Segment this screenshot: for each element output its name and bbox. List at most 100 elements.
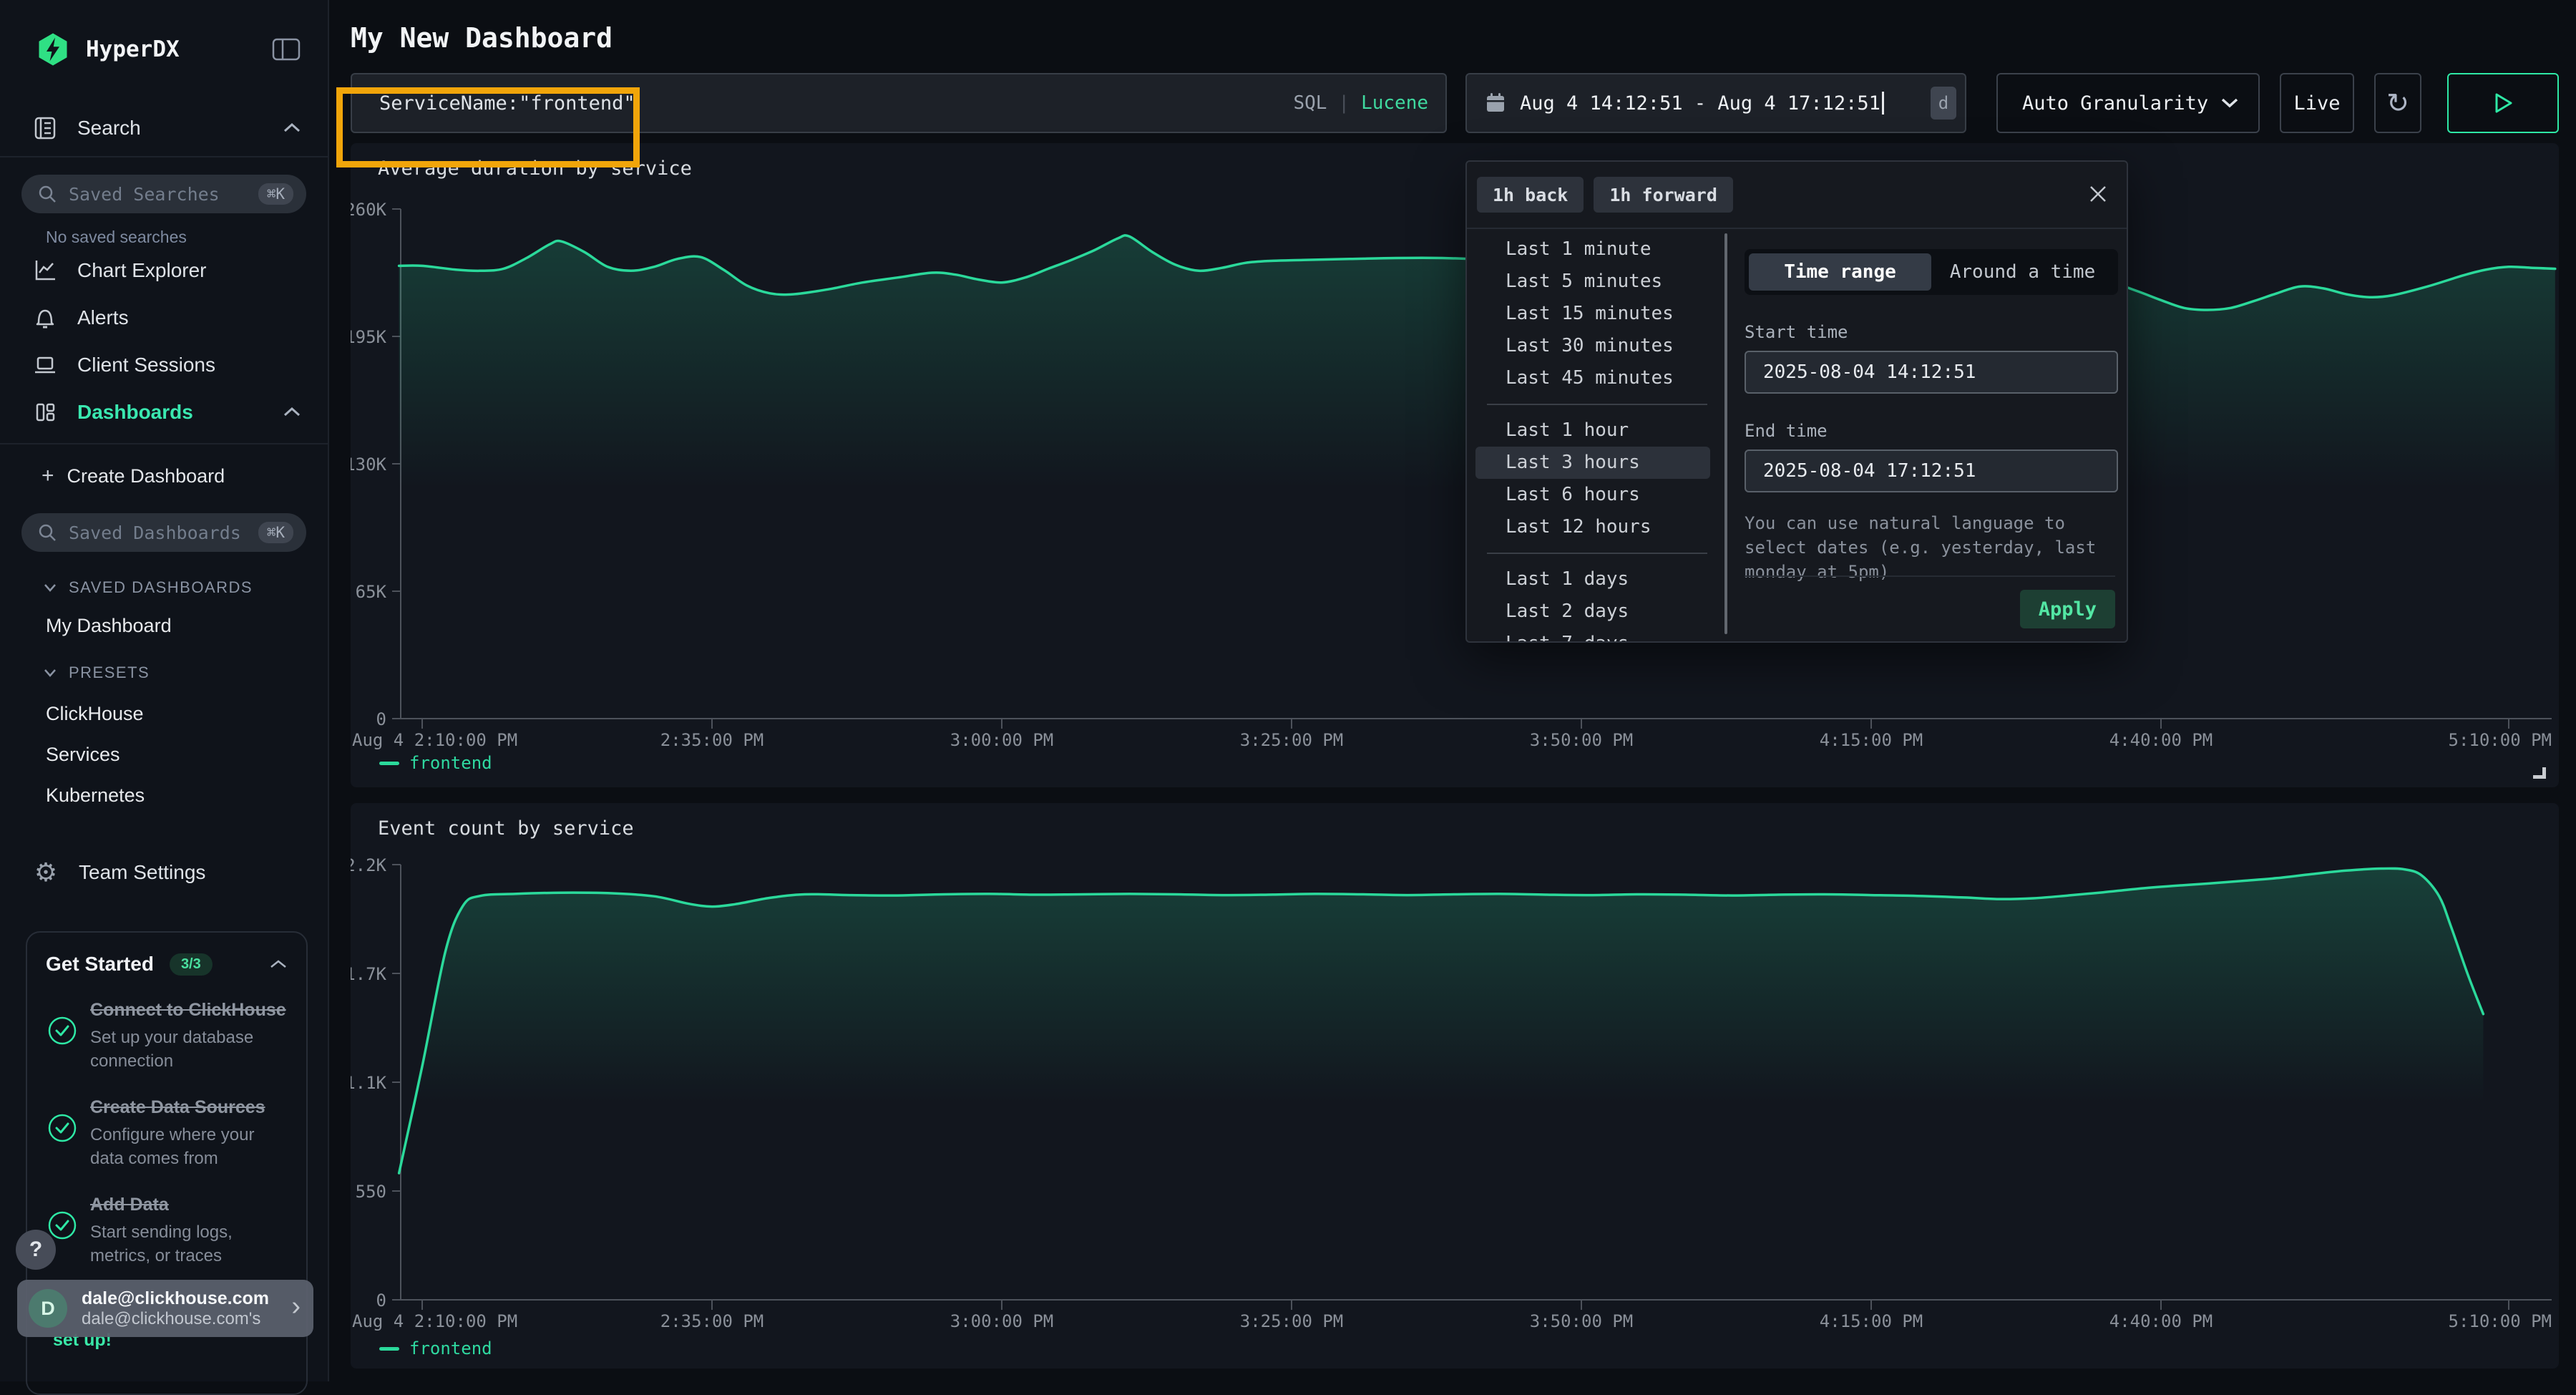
sidebar-item-team-settings[interactable]: ⚙ Team Settings [33,851,302,894]
query-search-input[interactable]: ServiceName:"frontend" SQL | Lucene [351,73,1447,133]
saved-searches-input[interactable]: Saved Searches ⌘K [21,175,306,213]
time-range-option[interactable]: Last 1 days [1475,563,1710,596]
divider [0,156,328,157]
help-button[interactable]: ? [16,1230,56,1270]
saved-dashboards-placeholder: Saved Dashboards [69,522,258,543]
sidebar-collapse-icon[interactable] [270,35,302,64]
sidebar-item-kubernetes[interactable]: Kubernetes [46,784,328,807]
refresh-button[interactable]: ↻ [2374,73,2421,133]
text-cursor [1882,92,1884,115]
app-title: HyperDX [86,37,270,62]
create-dashboard-button[interactable]: + Create Dashboard [42,456,302,496]
time-range-option[interactable]: Last 2 days [1475,596,1710,628]
start-time-input[interactable]: 2025-08-04 14:12:51 [1745,351,2118,394]
sidebar-item-client-sessions[interactable]: Client Sessions [33,341,302,389]
sql-toggle[interactable]: SQL [1293,92,1327,114]
chart-title: Average duration by service [378,157,692,180]
chart-legend[interactable]: frontend [379,1338,492,1358]
relative-ranges-list: Last 1 minuteLast 5 minutesLast 15 minut… [1467,230,1722,641]
legend-swatch [379,1347,399,1351]
divider [1487,553,1707,554]
sidebar-item-search[interactable]: Search [33,107,302,149]
axis-label: Aug 4 2:10:00 PM [352,730,517,750]
dashboard-toolbar: ServiceName:"frontend" SQL | Lucene Aug … [351,73,2576,133]
chart-legend[interactable]: frontend [379,753,492,773]
main-content: My New Dashboard ServiceName:"frontend" … [329,0,2576,1381]
time-range-option[interactable]: Last 7 days [1475,628,1710,641]
sidebar-item-my-dashboard[interactable]: My Dashboard [46,615,328,637]
chevron-up-icon [282,122,302,135]
tab-time-range[interactable]: Time range [1749,253,1931,291]
get-started-item[interactable]: Add Data Start sending logs, metrics, or… [46,1192,288,1268]
check-circle-icon [46,1113,79,1143]
sidebar-item-dashboards[interactable]: Dashboards [33,389,302,436]
chevron-up-icon [282,406,302,419]
time-range-option[interactable]: Last 1 minute [1475,233,1710,266]
time-range-option[interactable]: Last 30 minutes [1475,330,1710,362]
scrollbar[interactable] [1724,233,1727,634]
time-range-input[interactable]: Aug 4 14:12:51 - Aug 4 17:12:51 d [1465,73,1966,133]
saved-dashboards-header[interactable]: SAVED DASHBOARDS [43,576,328,599]
tab-around-a-time[interactable]: Around a time [1931,253,2114,291]
get-started-header[interactable]: Get Started 3/3 [46,953,288,976]
time-range-value: Aug 4 14:12:51 - Aug 4 17:12:51 [1520,92,1880,115]
shift-forward-button[interactable]: 1h forward [1594,177,1733,213]
axis-label: 195K [351,327,387,347]
apply-button[interactable]: Apply [2020,590,2115,628]
laptop-icon [33,353,57,377]
chart-panel-avg-duration: Average duration by service 260K195K130K… [351,143,2559,787]
user-menu[interactable]: D dale@clickhouse.com dale@clickhouse.co… [17,1280,313,1337]
start-time-label: Start time [1745,322,2118,342]
check-circle-icon [46,1016,79,1046]
sidebar-item-clickhouse[interactable]: ClickHouse [46,703,328,725]
run-query-button[interactable] [2447,73,2559,133]
axis-label: 5:10:00 PM [2449,730,2552,750]
sidebar-item-chart-explorer[interactable]: Chart Explorer [33,247,302,294]
line-chart: 2.2K1.7K1.1K5500Aug 4 2:10:00 PM2:35:00 … [351,803,2559,1369]
chart-panel-event-count: Event count by service 2.2K1.7K1.1K5500A… [351,803,2559,1369]
legend-swatch [379,762,399,765]
sidebar-item-label: Client Sessions [77,354,302,376]
sidebar-item-label: Alerts [77,306,302,329]
axis-label: 550 [356,1182,386,1202]
axis-label: 4:15:00 PM [1820,1311,1923,1331]
get-started-item[interactable]: Connect to ClickHouse Set up your databa… [46,997,288,1073]
bell-icon [33,306,57,330]
time-range-option[interactable]: Last 12 hours [1475,511,1710,543]
chart-title: Event count by service [378,817,634,840]
end-time-input[interactable]: 2025-08-04 17:12:51 [1745,449,2118,492]
close-icon [2085,181,2111,207]
divider [1487,404,1707,405]
live-button[interactable]: Live [2280,73,2354,133]
saved-dashboards-input[interactable]: Saved Dashboards ⌘K [21,513,306,552]
axis-label: 4:15:00 PM [1820,730,1923,750]
resize-handle-icon[interactable] [2533,767,2546,779]
chevron-down-icon [43,583,57,593]
granularity-select[interactable]: Auto Granularity [1996,73,2260,133]
d-shortcut-key: d [1931,87,1956,120]
presets-header[interactable]: PRESETS [43,661,328,684]
axis-label: 4:40:00 PM [2109,1311,2213,1331]
cmd-k-shortcut: ⌘K [258,183,293,205]
sidebar-item-alerts[interactable]: Alerts [33,294,302,341]
calendar-icon [1484,92,1507,115]
time-range-option[interactable]: Last 45 minutes [1475,362,1710,394]
get-started-item[interactable]: Create Data Sources Configure where your… [46,1094,288,1170]
time-range-popup: 1h back 1h forward Last 1 minuteLast 5 m… [1465,160,2128,643]
avatar: D [29,1289,67,1328]
time-range-option[interactable]: Last 15 minutes [1475,298,1710,330]
shift-back-button[interactable]: 1h back [1477,177,1584,213]
journal-search-icon [33,116,57,140]
time-range-option[interactable]: Last 1 hour [1475,414,1710,447]
app-root: HyperDX Search Saved Searches ⌘K No save… [0,0,2576,1381]
axis-label: 0 [376,1291,386,1311]
time-range-option[interactable]: Last 3 hours [1475,447,1710,479]
axis-label: 1.1K [351,1073,387,1093]
time-range-option[interactable]: Last 5 minutes [1475,266,1710,298]
sidebar-item-services[interactable]: Services [46,744,328,766]
time-range-option[interactable]: Last 6 hours [1475,479,1710,511]
lucene-toggle[interactable]: Lucene [1361,92,1428,114]
close-button[interactable] [2081,179,2112,210]
axis-label: 3:00:00 PM [950,1311,1054,1331]
axis-label: 1.7K [351,964,387,984]
